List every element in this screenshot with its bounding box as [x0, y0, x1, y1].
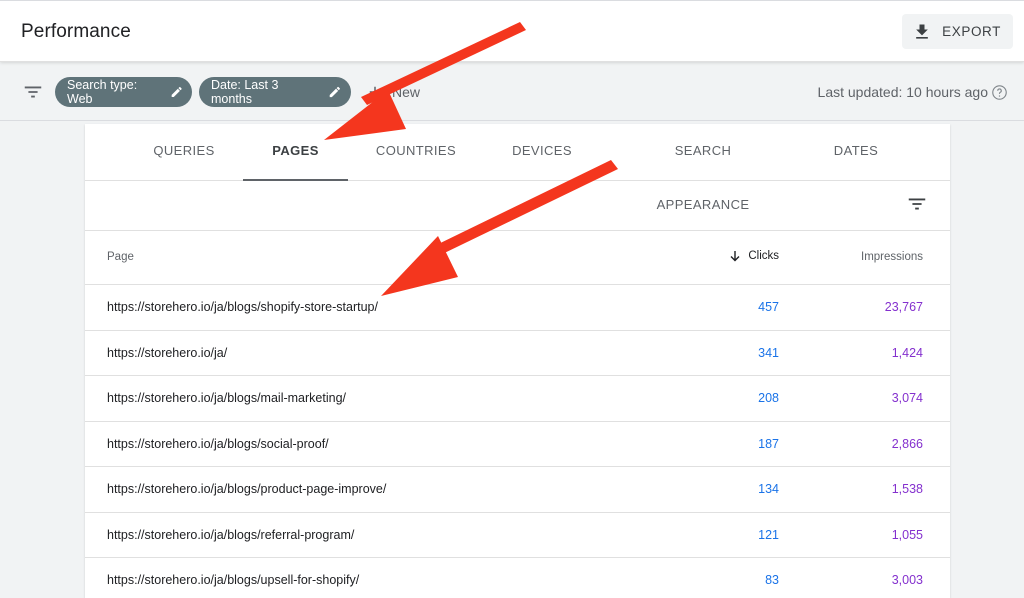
tab-devices[interactable]: DEVICES: [510, 124, 574, 181]
pencil-icon: [171, 86, 182, 98]
help-icon[interactable]: [991, 84, 1008, 101]
impressions-value: 1,538: [891, 482, 923, 496]
plus-icon: [369, 86, 381, 98]
table-header: Page Clicks Impressions: [85, 231, 950, 285]
page-url: https://storehero.io/ja/blogs/referral-p…: [107, 527, 355, 542]
impressions-value: 3,074: [891, 391, 923, 405]
tab-dates[interactable]: DATES: [830, 124, 882, 181]
impressions-value: 2,866: [891, 436, 923, 451]
clicks-value: 134: [758, 482, 779, 496]
export-label: EXPORT: [942, 24, 1001, 39]
clicks-value: 208: [758, 391, 779, 405]
tab-countries[interactable]: COUNTRIES: [374, 124, 458, 181]
column-header-impressions[interactable]: Impressions: [861, 251, 923, 263]
page-url: https://storehero.io/ja/blogs/product-pa…: [107, 482, 387, 496]
search-type-chip-label: Search type: Web: [67, 78, 138, 106]
page-title: Performance: [21, 21, 131, 42]
page-url: https://storehero.io/ja/blogs/social-pro…: [107, 436, 329, 451]
arrow-down-icon: [730, 251, 740, 262]
table-row[interactable]: https://storehero.io/ja/blogs/social-pro…: [85, 422, 950, 467]
app-header: Performance EXPORT: [0, 0, 1024, 62]
last-updated-text: Last updated: 10 hours ago: [817, 84, 988, 100]
pencil-icon: [330, 86, 341, 98]
tab-search-appearance[interactable]: SEARCH APPEARANCE: [628, 124, 778, 212]
date-range-chip[interactable]: Date: Last 3 months: [199, 77, 351, 107]
table-row[interactable]: https://storehero.io/ja/blogs/product-pa…: [85, 467, 950, 513]
performance-card: QUERIES PAGES COUNTRIES DEVICES SEARCH A…: [85, 124, 950, 598]
table-row[interactable]: https://storehero.io/ja/ 341 1,424: [85, 331, 950, 376]
filter-icon[interactable]: [906, 193, 928, 215]
page-url: https://storehero.io/ja/blogs/mail-marke…: [107, 391, 346, 405]
dimension-tabs: QUERIES PAGES COUNTRIES DEVICES SEARCH A…: [85, 124, 950, 212]
new-filter-label: New: [392, 84, 421, 100]
table-row[interactable]: https://storehero.io/ja/blogs/mail-marke…: [85, 376, 950, 422]
filter-icon[interactable]: [22, 81, 44, 103]
date-range-chip-label: Date: Last 3 months: [211, 78, 279, 106]
impressions-value: 1,055: [891, 527, 923, 542]
new-filter-button[interactable]: New: [366, 80, 420, 104]
clicks-value: 187: [758, 436, 779, 451]
download-icon: [916, 24, 928, 39]
column-header-clicks-label: Clicks: [748, 250, 779, 262]
table-row[interactable]: https://storehero.io/ja/blogs/shopify-st…: [85, 285, 950, 331]
filter-bar: Search type: Web Date: Last 3 months New…: [0, 63, 1024, 121]
tab-pages[interactable]: PAGES: [243, 124, 348, 181]
export-button[interactable]: EXPORT: [902, 14, 1013, 49]
clicks-value: 83: [765, 573, 779, 587]
column-header-page[interactable]: Page: [107, 251, 134, 263]
impressions-value: 1,424: [891, 345, 923, 360]
impressions-value: 23,767: [884, 300, 923, 314]
clicks-value: 341: [758, 345, 779, 360]
column-header-clicks[interactable]: Clicks: [729, 250, 779, 262]
search-type-chip[interactable]: Search type: Web: [55, 77, 192, 107]
impressions-value: 3,003: [891, 573, 923, 587]
table-row[interactable]: https://storehero.io/ja/blogs/referral-p…: [85, 513, 950, 558]
table-toolbar: [85, 181, 950, 231]
clicks-value: 121: [758, 527, 779, 542]
clicks-value: 457: [758, 300, 779, 314]
page-url: https://storehero.io/ja/blogs/upsell-for…: [107, 573, 360, 587]
page-url: https://storehero.io/ja/blogs/shopify-st…: [107, 300, 378, 314]
page-url: https://storehero.io/ja/: [107, 345, 228, 360]
tab-queries[interactable]: QUERIES: [150, 124, 218, 181]
table-row[interactable]: https://storehero.io/ja/blogs/upsell-for…: [85, 558, 950, 598]
